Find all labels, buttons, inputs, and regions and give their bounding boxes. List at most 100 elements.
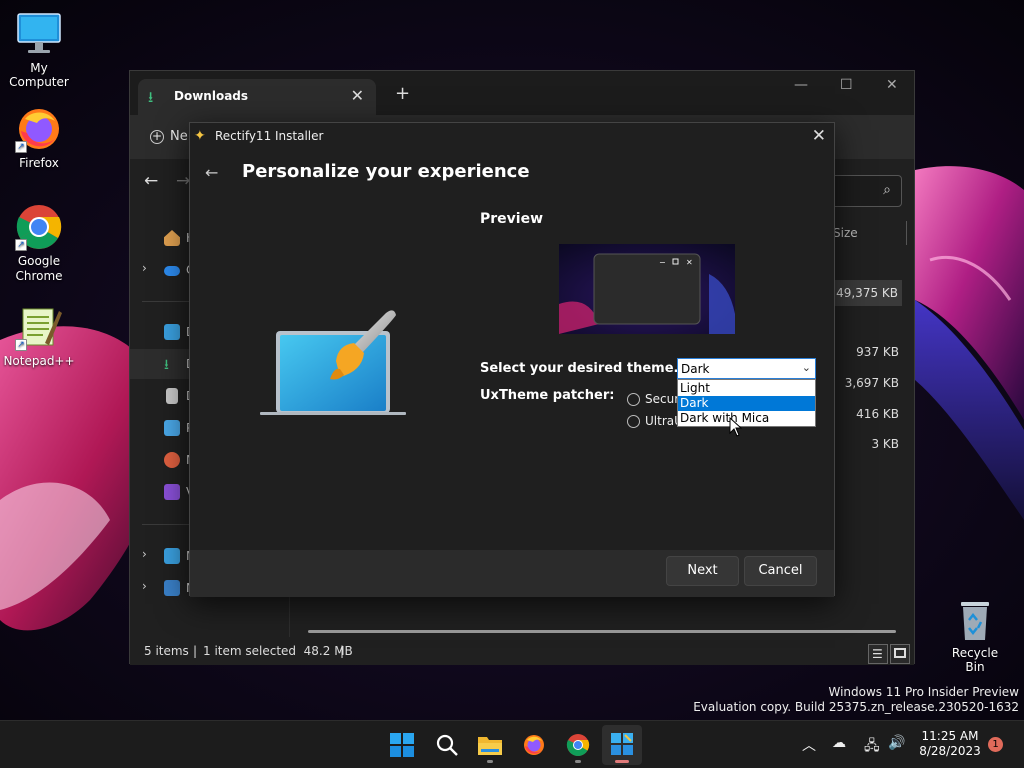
taskbar-rectify11-installer[interactable]	[602, 725, 642, 765]
document-icon	[166, 388, 178, 404]
recycle-bin-label: Recycle Bin	[951, 646, 999, 674]
windows-watermark: Windows 11 Pro Insider Preview Evaluatio…	[693, 685, 1019, 715]
new-tab-button[interactable]: +	[395, 83, 410, 104]
back-arrow-icon[interactable]: ←	[205, 163, 218, 182]
file-size-cell: 937 KB	[856, 345, 899, 359]
new-button[interactable]: + Ne	[150, 129, 188, 144]
theme-option-light[interactable]: Light	[678, 381, 815, 396]
start-icon	[390, 733, 414, 757]
theme-preview-image: − ✕	[559, 244, 735, 334]
chevron-down-icon: ⌄	[801, 361, 811, 374]
taskbar-firefox[interactable]	[514, 725, 554, 765]
show-hidden-icons-chevron-icon[interactable]: ︿	[802, 735, 816, 755]
details-view-button[interactable]: ☰	[868, 644, 888, 664]
pictures-icon	[164, 420, 180, 436]
desktop-icon-chrome[interactable]: ↗ Google Chrome	[0, 203, 78, 284]
music-icon	[164, 452, 180, 468]
dialog-title: Rectify11 Installer	[215, 129, 324, 143]
rectify11-icon	[611, 733, 633, 755]
tab-title: Downloads	[174, 89, 249, 103]
mouse-cursor-icon	[729, 416, 743, 437]
desktop-icon-notepadpp[interactable]: ↗ Notepad++	[0, 303, 78, 368]
search-input[interactable]: ⌕	[830, 175, 902, 207]
radio-secure[interactable]	[627, 393, 640, 406]
svg-text:✕: ✕	[686, 258, 693, 267]
close-window-button[interactable]: ✕	[886, 77, 898, 93]
file-size-cell[interactable]: 49,375 KB	[828, 280, 902, 306]
search-icon: ⌕	[883, 182, 891, 198]
desktop-icon-label: Notepad++	[3, 354, 75, 368]
download-icon: ⭳	[164, 357, 169, 373]
desktop-folder-icon	[164, 324, 180, 340]
desktop-icon-label: My Computer	[9, 61, 69, 89]
monitor-icon	[15, 10, 63, 58]
next-button[interactable]: Next	[666, 556, 739, 586]
chevron-right-icon: ›	[142, 579, 147, 593]
firefox-icon: ↗	[15, 105, 63, 153]
network-icon[interactable]: 🖧	[864, 735, 880, 759]
status-item-count: 5 items	[144, 644, 189, 658]
notification-badge[interactable]: 1	[988, 737, 1003, 752]
search-icon	[436, 734, 458, 756]
clock-time: 11:25 AM	[921, 729, 979, 743]
desktop-icon-firefox[interactable]: ↗ Firefox	[0, 105, 78, 170]
theme-select[interactable]: Dark ⌄	[677, 358, 816, 379]
active-indicator	[615, 760, 629, 763]
taskbar-clock[interactable]: 11:25 AM 8/28/2023	[912, 729, 988, 759]
theme-select-value: Dark	[681, 362, 710, 376]
file-size-cell: 3 KB	[871, 437, 899, 451]
video-icon	[164, 484, 180, 500]
sparkle-icon: ✦	[194, 128, 206, 144]
column-header-size[interactable]: Size	[833, 226, 858, 240]
file-size-cell: 416 KB	[856, 407, 899, 421]
volume-icon[interactable]: 🔊	[888, 735, 905, 751]
explorer-tab-bar: ⭳ Downloads ✕ + — ☐ ✕	[130, 71, 914, 115]
running-indicator	[487, 760, 493, 763]
cloud-icon	[164, 266, 180, 276]
dialog-footer: Next Cancel	[190, 550, 834, 597]
recycle-bin-icon	[955, 598, 995, 642]
taskbar-file-explorer[interactable]	[470, 725, 510, 765]
radio-ultrauxtheme[interactable]	[627, 415, 640, 428]
chevron-right-icon: ›	[142, 547, 147, 561]
dialog-title-bar: ✦ Rectify11 Installer ✕	[190, 123, 834, 151]
network-icon	[164, 580, 180, 596]
taskbar: ︿ ☁ 🖧 🔊 11:25 AM 8/28/2023 1	[0, 720, 1024, 768]
page-title: Personalize your experience	[242, 161, 530, 182]
file-explorer-icon	[478, 737, 502, 755]
desktop-icon-recycle-bin[interactable]: Recycle Bin	[942, 598, 1008, 674]
notepadpp-icon: ↗	[15, 303, 63, 351]
tab-downloads[interactable]: ⭳ Downloads ✕	[138, 79, 376, 115]
cloud-offline-icon[interactable]: ☁	[832, 735, 846, 751]
theme-option-dark-with-mica[interactable]: Dark with Mica	[678, 411, 815, 426]
download-icon: ⭳	[148, 88, 154, 106]
taskbar-chrome[interactable]	[558, 725, 598, 765]
theme-option-dark[interactable]: Dark	[678, 396, 815, 411]
maximize-button[interactable]: ☐	[840, 77, 853, 93]
back-arrow-icon[interactable]: ←	[144, 171, 158, 191]
desktop-icon-my-computer[interactable]: My Computer	[0, 10, 78, 89]
list-view-icon: ☰	[872, 647, 883, 661]
personalize-illustration	[258, 309, 408, 419]
cancel-button[interactable]: Cancel	[744, 556, 817, 586]
new-button-label: Ne	[170, 129, 188, 144]
taskbar-search-button[interactable]	[426, 725, 466, 765]
minimize-button[interactable]: —	[794, 77, 808, 93]
status-separator: |	[340, 644, 345, 658]
preview-label: Preview	[480, 211, 544, 227]
theme-dropdown-list: Light Dark Dark with Mica	[677, 379, 816, 427]
file-size-cell: 3,697 KB	[844, 376, 899, 390]
plus-circle-icon: +	[150, 129, 164, 144]
status-separator: |	[193, 644, 198, 658]
dialog-close-button[interactable]: ✕	[812, 126, 826, 146]
pc-icon	[164, 548, 180, 564]
shortcut-arrow-icon: ↗	[15, 141, 27, 153]
tiles-view-button[interactable]	[890, 644, 910, 664]
chrome-icon: ↗	[15, 203, 63, 251]
start-button[interactable]	[382, 725, 422, 765]
tab-close-icon[interactable]: ✕	[351, 86, 364, 105]
svg-text:−: −	[659, 258, 666, 267]
uxtheme-patcher-label: UxTheme patcher:	[480, 388, 615, 403]
clock-date: 8/28/2023	[919, 744, 981, 758]
horizontal-scrollbar[interactable]	[308, 630, 896, 633]
